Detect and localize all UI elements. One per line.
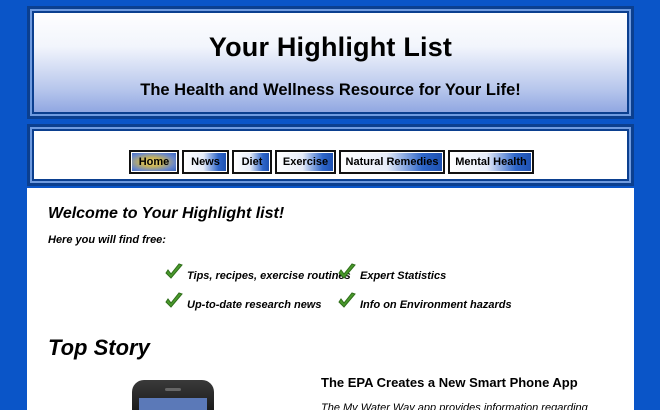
feature-item: Info on Environment hazards [337,291,512,311]
main-content: Welcome to Your Highlight list! Here you… [27,188,634,410]
feature-label: Up-to-date research news [187,299,322,311]
intro-text: Here you will find free: [48,234,166,246]
phone-image [132,380,214,410]
site-title: Your Highlight List [208,32,453,62]
nav-exercise[interactable]: Exercise [275,150,336,174]
feature-label: Info on Environment hazards [360,299,512,311]
nav-home[interactable]: Home [129,150,179,174]
site-tagline: The Health and Wellness Resource for You… [140,81,521,99]
story-title-link[interactable]: The EPA Creates a New Smart Phone App [321,375,578,390]
checkmark-icon [165,292,183,308]
nav-diet[interactable]: Diet [232,150,272,174]
feature-label: Tips, recipes, exercise routines [187,270,351,282]
phone-speaker [165,388,181,391]
feature-item: Expert Statistics [337,262,446,282]
checkmark-icon [338,263,356,279]
top-story-heading: Top Story [48,335,150,360]
story-summary: The My Water Way app provides informatio… [321,402,588,410]
nav-mental-health[interactable]: Mental Health [448,150,534,174]
feature-item: Up-to-date research news [164,291,321,311]
nav-natural-remedies[interactable]: Natural Remedies [339,150,445,174]
nav-news[interactable]: News [182,150,229,174]
nav-bar: Home News Diet Exercise Natural Remedies… [27,124,634,186]
welcome-heading: Welcome to Your Highlight list! [48,205,285,222]
site-header: Your Highlight List The Health and Welln… [27,6,634,119]
phone-screen [139,398,207,410]
feature-item: Tips, recipes, exercise routines [164,262,351,282]
checkmark-icon [338,292,356,308]
nav-menu: Home News Diet Exercise Natural Remedies… [129,150,534,174]
feature-label: Expert Statistics [360,270,447,282]
checkmark-icon [165,263,183,279]
